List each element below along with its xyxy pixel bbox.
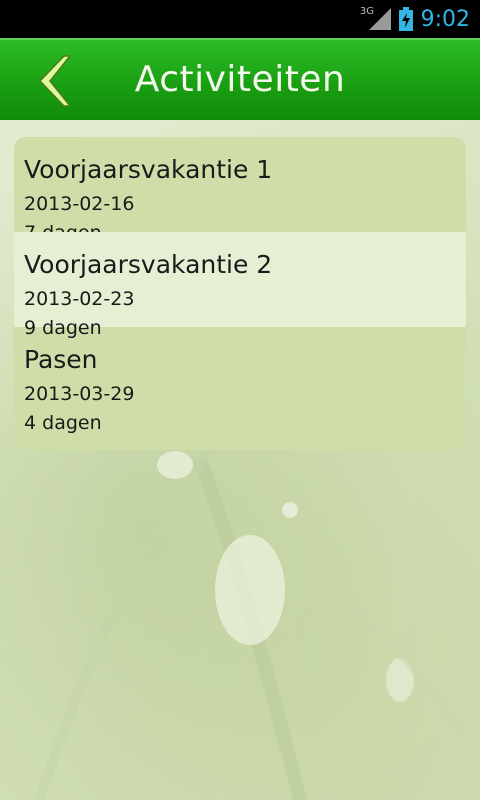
activity-date: 2013-03-29	[24, 383, 135, 405]
list-item[interactable]: Voorjaarsvakantie 2 2013-02-23 9 dagen	[14, 232, 466, 339]
back-button[interactable]	[34, 54, 70, 108]
activity-name: Pasen	[24, 345, 98, 374]
chevron-left-icon	[38, 55, 70, 107]
activity-date: 2013-02-23	[24, 288, 135, 310]
activity-name: Voorjaarsvakantie 1	[24, 155, 273, 184]
clock: 9:02	[420, 6, 470, 32]
activity-duration: 4 dagen	[24, 412, 102, 434]
status-icons: 9:02	[368, 0, 470, 38]
app-header: Activiteiten	[0, 38, 480, 120]
list-item[interactable]: Voorjaarsvakantie 1 2013-02-16 7 dagen	[14, 137, 466, 244]
activity-date: 2013-02-16	[24, 193, 135, 215]
activity-name: Voorjaarsvakantie 2	[24, 250, 273, 279]
status-bar: 3G 9:02	[0, 0, 480, 38]
list-item[interactable]: Pasen 2013-03-29 4 dagen	[14, 327, 466, 434]
signal-icon	[368, 8, 391, 30]
battery-charging-icon	[398, 7, 413, 31]
activity-list: Voorjaarsvakantie 1 2013-02-16 7 dagen V…	[14, 137, 466, 450]
page-title: Activiteiten	[134, 58, 346, 100]
